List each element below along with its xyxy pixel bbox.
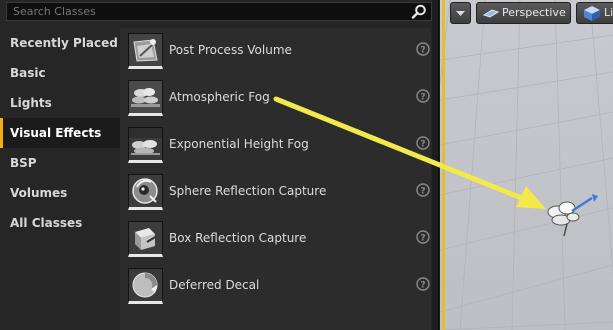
- actor-item-deferred-decal[interactable]: Deferred Decal ?: [120, 263, 431, 310]
- help-icon[interactable]: ?: [416, 136, 430, 150]
- actor-item-label: Deferred Decal: [169, 278, 260, 292]
- actor-item-label: Atmospheric Fog: [169, 90, 270, 104]
- svg-text:?: ?: [420, 234, 425, 244]
- search-bar: [6, 2, 432, 21]
- atmospheric-fog-icon: [128, 80, 163, 116]
- actor-item-atmospheric-fog[interactable]: Atmospheric Fog ?: [120, 75, 431, 122]
- svg-text:?: ?: [420, 93, 425, 103]
- actor-item-label: Box Reflection Capture: [169, 231, 307, 245]
- panel-scrollbar[interactable]: [432, 0, 438, 330]
- help-icon[interactable]: ?: [416, 183, 430, 197]
- exponential-height-fog-icon: [128, 127, 163, 163]
- actor-item-label: Sphere Reflection Capture: [169, 184, 327, 198]
- post-process-volume-icon: [128, 33, 163, 69]
- actor-item-exponential-height-fog[interactable]: Exponential Height Fog ?: [120, 122, 431, 169]
- viewport-selection-border: [442, 0, 445, 330]
- search-input[interactable]: [7, 3, 411, 20]
- category-all-classes[interactable]: All Classes: [0, 208, 120, 238]
- sphere-reflection-capture-icon: [128, 174, 163, 210]
- svg-text:?: ?: [420, 46, 425, 56]
- svg-text:?: ?: [420, 187, 425, 197]
- box-reflection-capture-icon: [128, 221, 163, 257]
- search-icon[interactable]: [411, 4, 427, 19]
- svg-text:?: ?: [420, 281, 425, 291]
- viewport-grid: [440, 0, 613, 330]
- level-viewport[interactable]: [440, 0, 613, 330]
- category-recently-placed[interactable]: Recently Placed: [0, 28, 120, 58]
- actor-list: Post Process Volume ? Atmospheric Fog ? …: [120, 28, 431, 330]
- category-lights[interactable]: Lights: [0, 88, 120, 118]
- help-icon[interactable]: ?: [416, 89, 430, 103]
- perspective-button[interactable]: Perspective: [476, 2, 571, 24]
- actor-item-label: Post Process Volume: [169, 43, 292, 57]
- actor-item-box-reflection-capture[interactable]: Box Reflection Capture ?: [120, 216, 431, 263]
- lit-mode-icon: [584, 6, 600, 21]
- svg-text:?: ?: [420, 140, 425, 150]
- actor-item-sphere-reflection-capture[interactable]: Sphere Reflection Capture ?: [120, 169, 431, 216]
- perspective-icon: [482, 9, 500, 18]
- help-icon[interactable]: ?: [416, 277, 430, 291]
- perspective-label: Perspective: [502, 6, 566, 19]
- category-list: Recently Placed Basic Lights Visual Effe…: [0, 28, 120, 330]
- category-visual-effects[interactable]: Visual Effects: [0, 118, 120, 148]
- place-mode-panel: Recently Placed Basic Lights Visual Effe…: [0, 0, 439, 330]
- help-icon[interactable]: ?: [416, 230, 430, 244]
- category-bsp[interactable]: BSP: [0, 148, 120, 178]
- category-volumes[interactable]: Volumes: [0, 178, 120, 208]
- category-basic[interactable]: Basic: [0, 58, 120, 88]
- deferred-decal-icon: [128, 268, 163, 304]
- lit-label: Lit: [604, 6, 613, 19]
- actor-item-post-process-volume[interactable]: Post Process Volume ?: [120, 28, 431, 75]
- lit-button[interactable]: Lit: [576, 2, 613, 24]
- chevron-down-icon: [456, 11, 465, 16]
- help-icon[interactable]: ?: [416, 42, 430, 56]
- viewport-options-button[interactable]: [450, 2, 471, 24]
- actor-item-label: Exponential Height Fog: [169, 137, 309, 151]
